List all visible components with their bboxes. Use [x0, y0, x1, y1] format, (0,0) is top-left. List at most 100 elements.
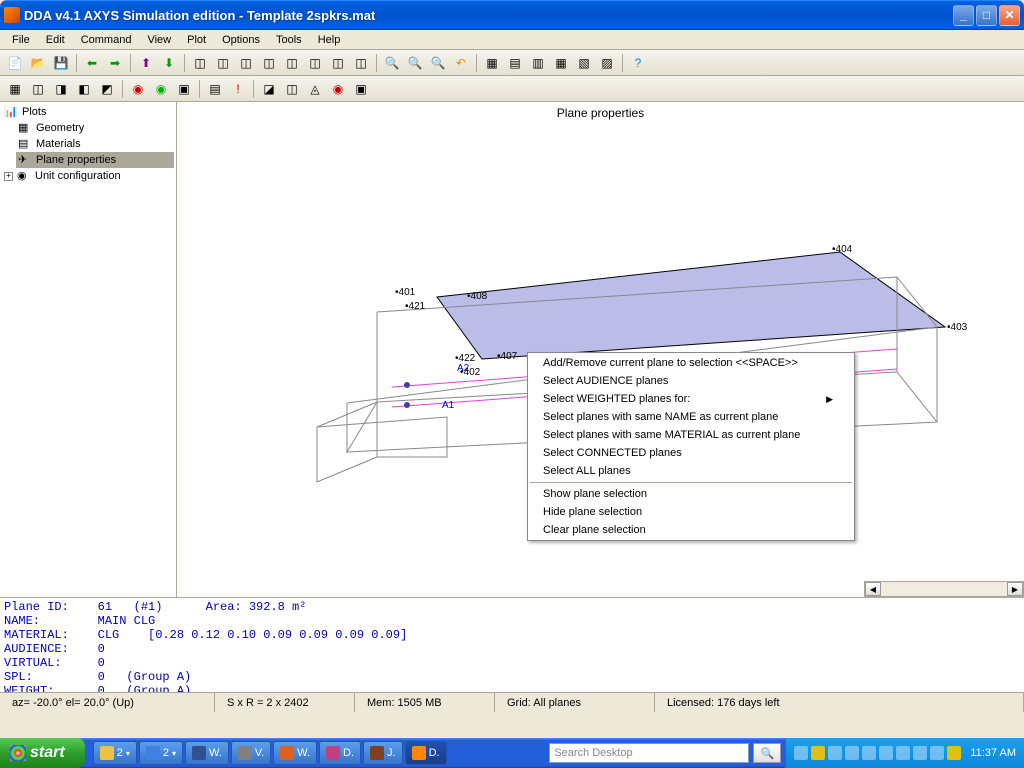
tray-icon[interactable] — [811, 746, 825, 760]
cube8-icon[interactable]: ◫ — [350, 52, 372, 74]
start-button[interactable]: start — [0, 738, 85, 768]
taskbar: start 2▾ 2▾ W. V. W. D. J. D. Search Des… — [0, 738, 1024, 768]
t2-15-icon[interactable]: ▣ — [350, 78, 372, 100]
t2-8-icon[interactable]: ▣ — [173, 78, 195, 100]
tree-label: Plane properties — [36, 154, 116, 166]
tray-icon[interactable] — [845, 746, 859, 760]
up-icon[interactable]: ⬆ — [135, 52, 157, 74]
close-button[interactable]: ✕ — [999, 5, 1020, 26]
t2-4-icon[interactable]: ◧ — [73, 78, 95, 100]
save-icon[interactable]: 💾 — [50, 52, 72, 74]
t2-12-icon[interactable]: ◫ — [281, 78, 303, 100]
ctx-same-material[interactable]: Select planes with same MATERIAL as curr… — [529, 426, 853, 444]
menu-view[interactable]: View — [139, 32, 179, 48]
tool1-icon[interactable]: ▤ — [504, 52, 526, 74]
tray-icon[interactable] — [896, 746, 910, 760]
t2-7-icon[interactable]: ◉ — [150, 78, 172, 100]
open-icon[interactable]: 📂 — [27, 52, 49, 74]
h-scrollbar[interactable]: ◀ ▶ — [864, 581, 1024, 597]
down-icon[interactable]: ⬇ — [158, 52, 180, 74]
tray-icon[interactable] — [794, 746, 808, 760]
cube2-icon[interactable]: ◫ — [212, 52, 234, 74]
scroll-left-icon[interactable]: ◀ — [865, 582, 881, 596]
tree-item-plane-properties[interactable]: ✈ Plane properties — [16, 152, 174, 168]
t2-3-icon[interactable]: ◨ — [50, 78, 72, 100]
expand-icon[interactable]: + — [4, 172, 13, 181]
menu-tools[interactable]: Tools — [268, 32, 310, 48]
tray-icon[interactable] — [828, 746, 842, 760]
tool5-icon[interactable]: ▨ — [596, 52, 618, 74]
grid-icon[interactable]: ▦ — [481, 52, 503, 74]
tray-icon[interactable] — [879, 746, 893, 760]
task-item[interactable]: 2▾ — [139, 741, 183, 765]
ctx-all[interactable]: Select ALL planes — [529, 462, 853, 480]
zoom-out-icon[interactable]: 🔍 — [404, 52, 426, 74]
cube1-icon[interactable]: ◫ — [189, 52, 211, 74]
status-sr: S x R = 2 x 2402 — [215, 693, 355, 712]
cube6-icon[interactable]: ◫ — [304, 52, 326, 74]
scroll-track[interactable] — [881, 582, 1007, 596]
t2-13-icon[interactable]: ◬ — [304, 78, 326, 100]
t2-2-icon[interactable]: ◫ — [27, 78, 49, 100]
undo-icon[interactable]: ↶ — [450, 52, 472, 74]
ctx-audience[interactable]: Select AUDIENCE planes — [529, 372, 853, 390]
tree-root-plots[interactable]: 📊 Plots — [2, 104, 174, 120]
tray-icon[interactable] — [930, 746, 944, 760]
new-icon[interactable]: 📄 — [4, 52, 26, 74]
tool4-icon[interactable]: ▧ — [573, 52, 595, 74]
minimize-button[interactable]: _ — [953, 5, 974, 26]
menu-file[interactable]: File — [4, 32, 38, 48]
task-item[interactable]: J. — [363, 741, 403, 765]
menu-help[interactable]: Help — [310, 32, 349, 48]
tree-item-geometry[interactable]: ▦ Geometry — [16, 120, 174, 136]
cube5-icon[interactable]: ◫ — [281, 52, 303, 74]
menu-plot[interactable]: Plot — [179, 32, 214, 48]
scroll-right-icon[interactable]: ▶ — [1007, 582, 1023, 596]
tray-icon[interactable] — [913, 746, 927, 760]
tray-icon[interactable] — [862, 746, 876, 760]
cube3-icon[interactable]: ◫ — [235, 52, 257, 74]
t2-11-icon[interactable]: ◪ — [258, 78, 280, 100]
zoom-fit-icon[interactable]: 🔍 — [427, 52, 449, 74]
app-icon — [4, 7, 20, 23]
tool2-icon[interactable]: ▥ — [527, 52, 549, 74]
t2-6-icon[interactable]: ◉ — [127, 78, 149, 100]
search-input[interactable]: Search Desktop — [549, 743, 749, 763]
forward-icon[interactable]: ➡ — [104, 52, 126, 74]
tray-icon[interactable] — [947, 746, 961, 760]
ctx-clear[interactable]: Clear plane selection — [529, 521, 853, 539]
t2-9-icon[interactable]: ▤ — [204, 78, 226, 100]
back-icon[interactable]: ⬅ — [81, 52, 103, 74]
t2-5-icon[interactable]: ◩ — [96, 78, 118, 100]
ctx-show[interactable]: Show plane selection — [529, 485, 853, 503]
menu-edit[interactable]: Edit — [38, 32, 73, 48]
task-item[interactable]: V. — [231, 741, 271, 765]
cube4-icon[interactable]: ◫ — [258, 52, 280, 74]
task-item-active[interactable]: D. — [405, 741, 447, 765]
viewport[interactable]: Plane properties — [177, 102, 1024, 597]
tree-item-unit-config[interactable]: + ◉ Unit configuration — [2, 168, 174, 184]
t2-14-icon[interactable]: ◉ — [327, 78, 349, 100]
clock[interactable]: 11:37 AM — [970, 747, 1016, 759]
t2-10-icon[interactable]: ! — [227, 78, 249, 100]
tool3-icon[interactable]: ▦ — [550, 52, 572, 74]
help-icon[interactable]: ? — [627, 52, 649, 74]
menu-command[interactable]: Command — [73, 32, 140, 48]
task-item[interactable]: W. — [185, 741, 229, 765]
ctx-add-remove[interactable]: Add/Remove current plane to selection <<… — [529, 354, 853, 372]
maximize-button[interactable]: □ — [976, 5, 997, 26]
menu-options[interactable]: Options — [214, 32, 268, 48]
ctx-connected[interactable]: Select CONNECTED planes — [529, 444, 853, 462]
tree-item-materials[interactable]: ▤ Materials — [16, 136, 174, 152]
task-item[interactable]: D. — [319, 741, 361, 765]
task-item[interactable]: 2▾ — [93, 741, 137, 765]
ctx-weighted[interactable]: Select WEIGHTED planes for:▶ — [529, 390, 853, 408]
cube7-icon[interactable]: ◫ — [327, 52, 349, 74]
zoom-in-icon[interactable]: 🔍 — [381, 52, 403, 74]
ctx-same-name[interactable]: Select planes with same NAME as current … — [529, 408, 853, 426]
ctx-hide[interactable]: Hide plane selection — [529, 503, 853, 521]
canvas[interactable]: •401 •421 •408 •422 •407 •402 •404 •403 … — [177, 127, 1024, 597]
t2-1-icon[interactable]: ▦ — [4, 78, 26, 100]
task-item[interactable]: W. — [273, 741, 317, 765]
search-button[interactable]: 🔍 — [753, 743, 781, 763]
